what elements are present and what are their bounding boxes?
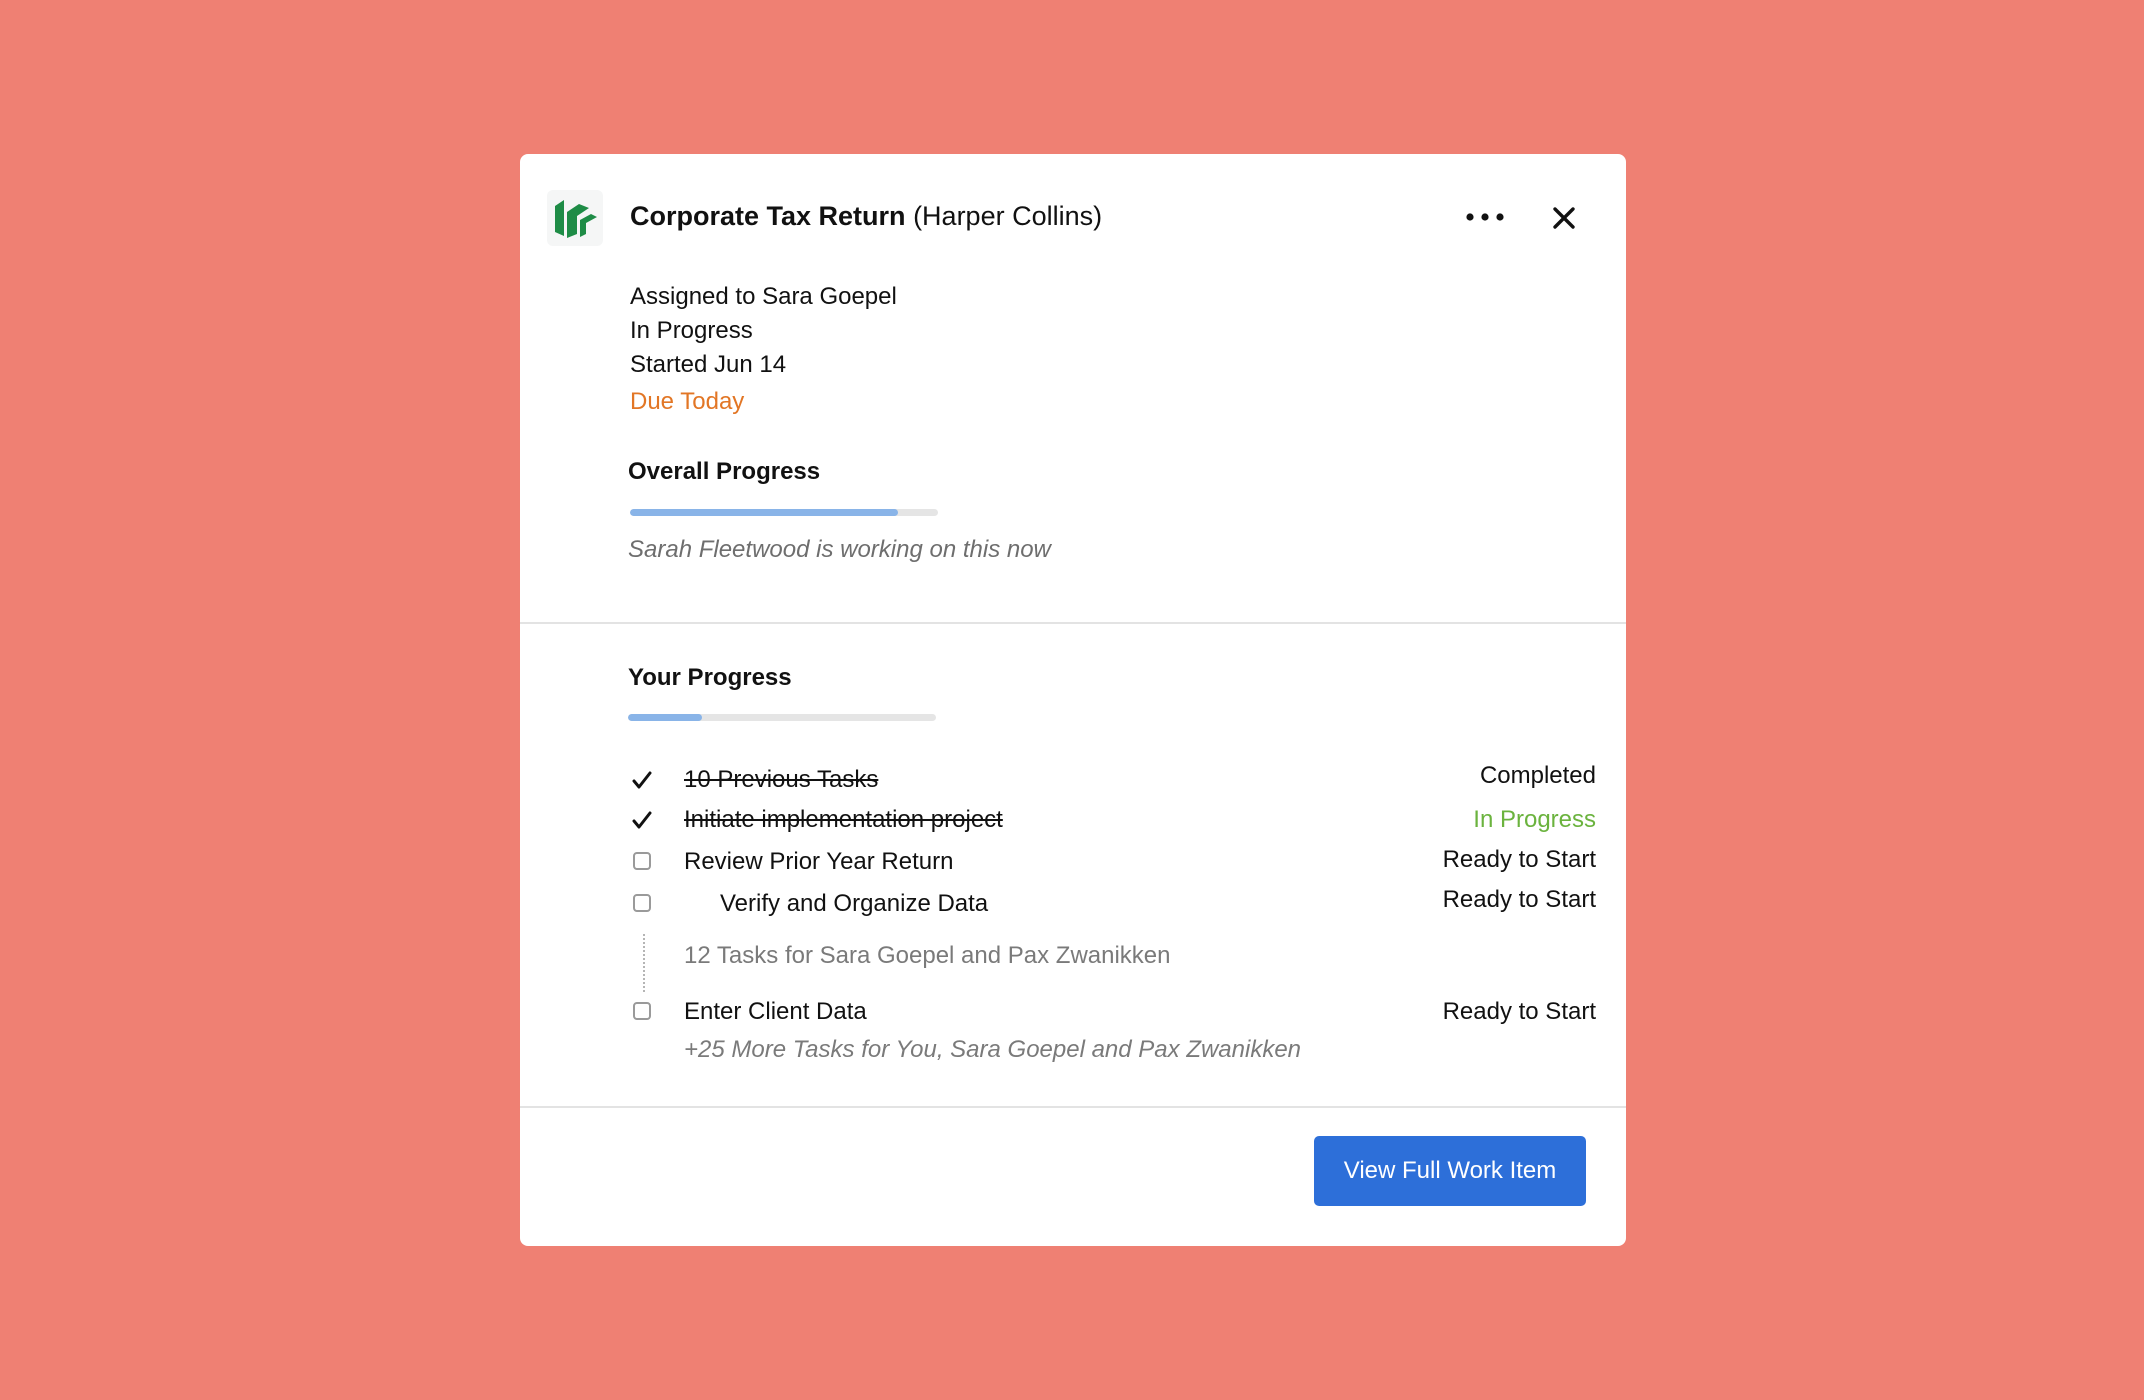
more-tasks-link[interactable]: +25 More Tasks for You, Sara Goepel and … xyxy=(684,1036,1301,1064)
task-checkbox[interactable] xyxy=(633,852,651,870)
task-label: Enter Client Data xyxy=(684,998,867,1025)
task-label: Review Prior Year Return xyxy=(684,848,954,875)
app-logo-icon xyxy=(547,190,603,246)
overall-progress-heading: Overall Progress xyxy=(628,458,821,485)
task-row[interactable]: Enter Client Data Ready to Start xyxy=(630,994,1596,1030)
page-title: Corporate Tax Return (Harper Collins) xyxy=(630,196,1102,236)
checkmark-icon xyxy=(632,771,652,789)
task-checkbox[interactable] xyxy=(633,894,651,912)
your-progress-fill xyxy=(628,714,702,721)
active-worker-note: Sarah Fleetwood is working on this now xyxy=(628,536,1051,563)
task-status: In Progress xyxy=(1473,806,1596,833)
work-item-card: Corporate Tax Return (Harper Collins) As… xyxy=(520,154,1626,1246)
assignee-text: Assigned to Sara Goepel xyxy=(630,283,897,310)
task-label: Verify and Organize Data xyxy=(720,890,989,917)
overall-progress-fill xyxy=(630,509,898,516)
overall-progress-bar xyxy=(630,509,938,516)
task-row[interactable]: Verify and Organize Data Ready to Start xyxy=(630,886,1596,922)
client-name: (Harper Collins) xyxy=(913,201,1103,231)
task-group-connector xyxy=(643,934,645,992)
task-checkbox[interactable] xyxy=(633,1002,651,1020)
task-status: Completed xyxy=(1479,762,1596,789)
task-group-note[interactable]: 12 Tasks for Sara Goepel and Pax Zwanikk… xyxy=(684,942,1171,970)
task-label: Initiate implementation project xyxy=(684,806,1003,833)
task-row[interactable]: 10 Previous Tasks Completed xyxy=(630,762,1596,798)
task-status: Ready to Start xyxy=(1442,846,1596,873)
footer-divider xyxy=(520,1106,1626,1108)
work-item-details: Assigned to Sara Goepel In Progress Star… xyxy=(630,280,897,420)
task-label: 10 Previous Tasks xyxy=(684,766,879,793)
task-row[interactable]: Initiate implementation project In Progr… xyxy=(630,802,1596,838)
checkmark-icon xyxy=(632,811,652,829)
task-row[interactable]: Review Prior Year Return Ready to Start xyxy=(630,844,1596,880)
more-options-icon[interactable] xyxy=(1462,200,1508,234)
section-divider xyxy=(520,622,1626,624)
status-text: In Progress xyxy=(630,317,753,344)
your-progress-bar xyxy=(628,714,936,721)
close-icon[interactable] xyxy=(1546,200,1582,236)
due-date-text: Due Today xyxy=(630,388,745,415)
task-status: Ready to Start xyxy=(1442,998,1596,1025)
view-full-work-item-button[interactable]: View Full Work Item xyxy=(1314,1136,1586,1206)
your-progress-heading: Your Progress xyxy=(628,664,792,691)
task-status: Ready to Start xyxy=(1442,886,1596,913)
start-date-text: Started Jun 14 xyxy=(630,351,787,378)
work-item-title: Corporate Tax Return xyxy=(630,201,906,231)
